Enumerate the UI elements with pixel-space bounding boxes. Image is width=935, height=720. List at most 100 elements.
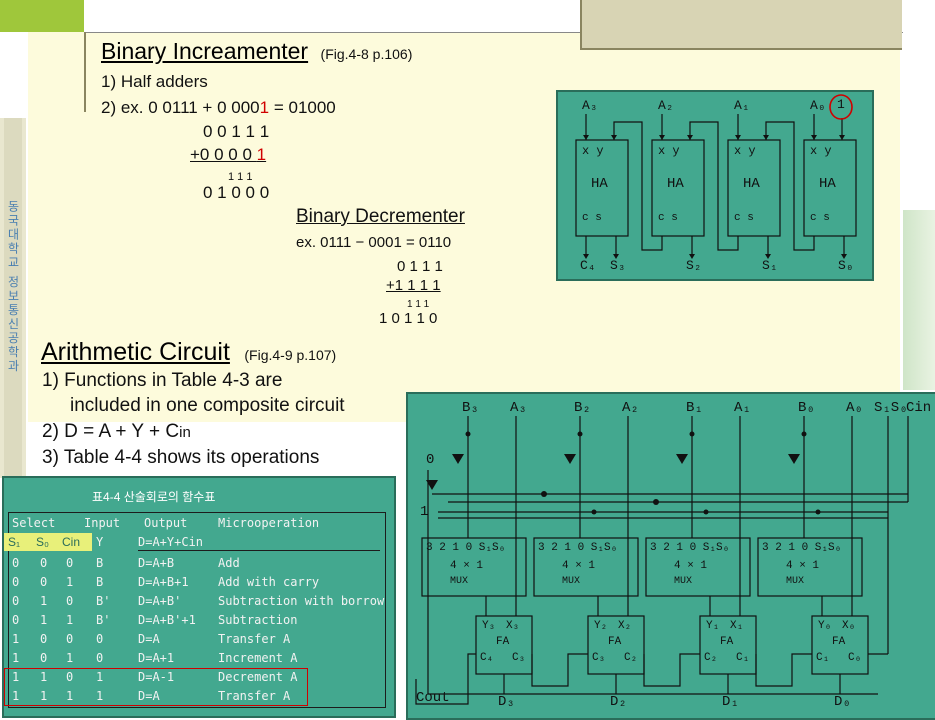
input-b3: B₃ [462,400,479,416]
dec-line-a: 0 1 1 1 [397,258,443,275]
fa-pin: C₄ [480,652,494,664]
slide: 동국대학교 정보통신공학과 Binary Increamenter (Fig.4… [0,0,935,720]
table-cell: 0 [40,575,48,589]
table-cell: Add with carry [218,575,320,589]
table-caption: 표4-4 산술회로의 함수표 [92,490,216,504]
fa-pin: Y₁ [706,620,720,632]
dec-example: ex. 0111 − 0001 = 0110 [296,234,452,251]
table-header-output: Output [144,516,188,530]
input-b1: B₁ [686,400,703,416]
inc-line-a: 0 0 1 1 1 [203,122,270,141]
arith-title: Arithmetic Circuit [41,338,230,366]
table-cell: 1 [66,613,74,627]
table-header-input: Input [84,516,121,530]
table-cell: 0 [40,651,48,665]
table-header-select: Select [12,516,56,530]
ha-input-one: 1 [837,97,845,112]
fa-pin: X₀ [842,620,856,632]
text: = 01000 [269,98,336,117]
table-cell: 0 [96,651,104,665]
table-rule [8,512,386,513]
table-rule [8,707,386,708]
ha-output-s1: S₁ [762,258,778,273]
table-cell: D=A+B'+1 [138,613,196,627]
ha-pins-bottom: c s [658,212,678,224]
input-b0: B₀ [798,400,815,416]
incrementer-heading: Binary Increamenter (Fig.4-8 p.106) [101,38,412,65]
text: 1 [256,145,267,164]
arith-item1b: included in one composite circuit [70,395,345,416]
ha-output-s0: S₀ [838,258,854,273]
table-cell: B [96,556,104,570]
table-cell: D=A+B' [138,594,182,608]
dec-carry: 1 1 1 [407,299,430,310]
fa-name: FA [608,636,622,648]
table-cell: 0 [12,575,20,589]
ha-pins-bottom: c s [582,212,602,224]
ha-output-c4: C₄ [580,258,596,273]
divider [84,32,86,112]
text: +0 0 0 0 [190,145,257,164]
table-cell: D=A [138,632,160,646]
mux-name: MUX [674,576,693,587]
table-cell: D=A+1 [138,651,175,665]
table-cell: Add [218,556,240,570]
table-cell: Subtraction [218,613,298,627]
incrementer-item1: 1) Half adders [101,72,208,91]
fa-pin: Y₃ [482,620,496,632]
ha-input-a0: A₀ [810,98,826,113]
fa-pin: C₂ [704,652,718,664]
mux-size: 4 × 1 [674,560,708,572]
const-zero: 0 [426,452,435,468]
input-b2: B₂ [574,400,591,416]
fa-pin: X₃ [506,620,520,632]
department-label: 동국대학교 정보통신공학과 [6,200,20,374]
inc-line-b: +0 0 0 0 1 [190,145,266,165]
fa-pin: C₀ [848,652,862,664]
output-d3: D₃ [498,694,515,710]
ha-pins-bottom: c s [734,212,754,224]
incrementer-title: Binary Increamenter [101,38,309,64]
table-cell: 0 [66,556,74,570]
arith-item1a: 1) Functions in Table 4-3 are [42,370,283,391]
incrementer-item2: 2) ex. 0 0111 + 0 0001 = 01000 [101,98,336,118]
decrement-highlight-box [4,668,308,706]
inc-result: 0 1 0 0 0 [203,183,270,202]
input-a0: A₀ [846,400,863,416]
mux-pins: 3 2 1 0 S₁S₀ [426,542,506,554]
mux-name: MUX [786,576,805,587]
table-sub-s1: S₁ [8,535,21,549]
input-a1: A₁ [734,400,751,416]
input-a3: A₃ [510,400,527,416]
const-one: 1 [420,504,429,520]
input-cin: Cin [906,400,932,416]
text: in [179,424,191,441]
fa-pin: C₃ [512,652,526,664]
table-cell: B' [96,594,111,608]
arith-item2: 2) D = A + Y + Cin [42,421,191,443]
ha-output-s3: S₃ [610,258,626,273]
table-cell: 0 [12,594,20,608]
arith-ref: (Fig.4-9 p.107) [244,347,337,363]
table-sub-y: Y [96,535,104,549]
table-cell: Transfer A [218,632,291,646]
fa-pin: C₁ [816,652,830,664]
table-cell: B [96,575,104,589]
arithmetic-circuit-diagram: B₃ A₃ B₂ A₂ B₁ A₁ B₀ A₀ S₁S₀ Cin 0 1 3 2… [406,392,935,720]
dec-line-b: +1 1 1 1 [386,277,441,294]
table-cell: 0 [66,632,74,646]
table-cell: 1 [12,632,20,646]
text: 2) ex. 0 0111 + 0 000 [101,98,260,117]
function-table: 표4-4 산술회로의 함수표 Select Input Output Micro… [2,476,396,718]
ha-input-a3: A₃ [582,98,598,113]
mux-size: 4 × 1 [450,560,484,572]
ha-block-label: HA [819,176,836,192]
inc-carry: 1 1 1 [228,171,253,183]
mux-pins: 3 2 1 0 S₁S₀ [650,542,730,554]
dec-result: 1 0 1 1 0 [379,310,438,327]
table-cell: 1 [12,651,20,665]
table-cell: 0 [96,632,104,646]
table-cell: Increment A [218,651,298,665]
mux-size: 4 × 1 [786,560,820,572]
fa-pin: X₁ [730,620,744,632]
